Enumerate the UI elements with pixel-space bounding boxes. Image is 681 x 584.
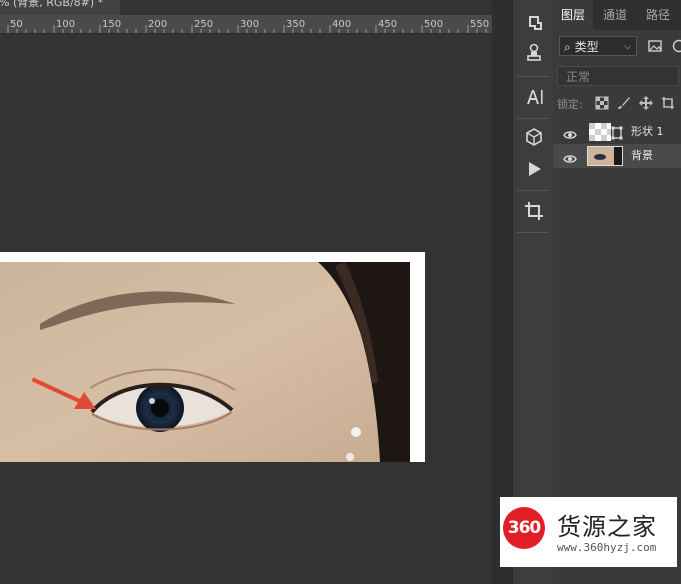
crop-icon[interactable] xyxy=(523,200,545,222)
ruler-tick-label: 150 xyxy=(102,19,122,30)
layer-row[interactable]: 形状 1 xyxy=(553,120,681,144)
lock-brush-icon[interactable] xyxy=(617,96,631,110)
watermark: 360 货源之家 www.360hyzj.com xyxy=(500,497,677,567)
ruler-tick-label: 550 xyxy=(470,19,490,30)
brand-logo: 360 xyxy=(503,507,545,549)
lock-artboard-icon[interactable] xyxy=(661,96,675,110)
filter-label: 类型 xyxy=(574,40,599,54)
tool-separator xyxy=(517,118,549,119)
adjustment-filter-icon[interactable] xyxy=(671,38,681,54)
layer-filter-select[interactable]: ⌕ 类型 ⌵ xyxy=(559,36,637,56)
search-icon: ⌕ xyxy=(564,40,571,54)
layer-thumbnail-transparent xyxy=(589,123,611,141)
ruler-tick-label: 250 xyxy=(194,19,214,30)
lock-row: 锁定: xyxy=(557,96,681,112)
ruler-tick-label: 200 xyxy=(148,19,168,30)
play-icon[interactable] xyxy=(523,158,545,180)
chevron-down-icon: ⌵ xyxy=(624,42,631,52)
ruler-tick-label: 100 xyxy=(56,19,76,30)
eye-visibility-icon[interactable] xyxy=(563,126,577,139)
cube-3d-icon[interactable] xyxy=(523,126,545,148)
lock-transparent-icon[interactable] xyxy=(595,96,609,110)
layer-name: 形状 1 xyxy=(631,125,664,138)
ruler-tick-label: 400 xyxy=(332,19,352,30)
stamp-icon[interactable] xyxy=(523,42,545,64)
tool-separator xyxy=(517,190,549,191)
watermark-title: 货源之家 xyxy=(557,513,657,541)
text-type-icon[interactable] xyxy=(523,86,545,108)
blend-mode-select[interactable]: 正常 xyxy=(557,66,679,86)
ruler-tick-label: 50 xyxy=(10,19,23,30)
puppet-tool-icon[interactable] xyxy=(523,12,545,34)
ruler-tick-label: 350 xyxy=(286,19,306,30)
tab-channels[interactable]: 通道 xyxy=(595,0,635,30)
ruler-tick-label: 300 xyxy=(240,19,260,30)
horizontal-ruler[interactable]: 50 100 150 200 250 300 350 400 450 500 5… xyxy=(0,15,492,34)
document-tab-title: 7% (背景, RGB/8#) * xyxy=(0,0,104,9)
eye-visibility-icon[interactable] xyxy=(563,150,577,163)
watermark-url: www.360hyzj.com xyxy=(557,541,657,554)
layer-filter-row: ⌕ 类型 ⌵ xyxy=(559,36,681,58)
ruler-tick-label: 450 xyxy=(378,19,398,30)
lock-label: 锁定: xyxy=(557,98,583,111)
panel-tabs: 图层 通道 路径 xyxy=(553,0,681,30)
tab-paths[interactable]: 路径 xyxy=(639,0,677,30)
tool-separator xyxy=(517,76,549,77)
document-image[interactable] xyxy=(0,252,425,462)
lock-move-icon[interactable] xyxy=(639,96,653,110)
document-tab[interactable]: 7% (背景, RGB/8#) * xyxy=(0,0,120,15)
layer-row-selected[interactable]: 背景 xyxy=(553,144,681,168)
layer-name: 背景 xyxy=(631,149,653,162)
tab-layers[interactable]: 图层 xyxy=(553,0,593,30)
vector-mask-icon xyxy=(611,125,623,140)
eye-photo xyxy=(0,262,410,462)
layer-thumbnail-photo xyxy=(587,146,623,166)
image-filter-icon[interactable] xyxy=(647,38,663,54)
ruler-tick-label: 500 xyxy=(424,19,444,30)
tool-separator xyxy=(517,232,549,233)
